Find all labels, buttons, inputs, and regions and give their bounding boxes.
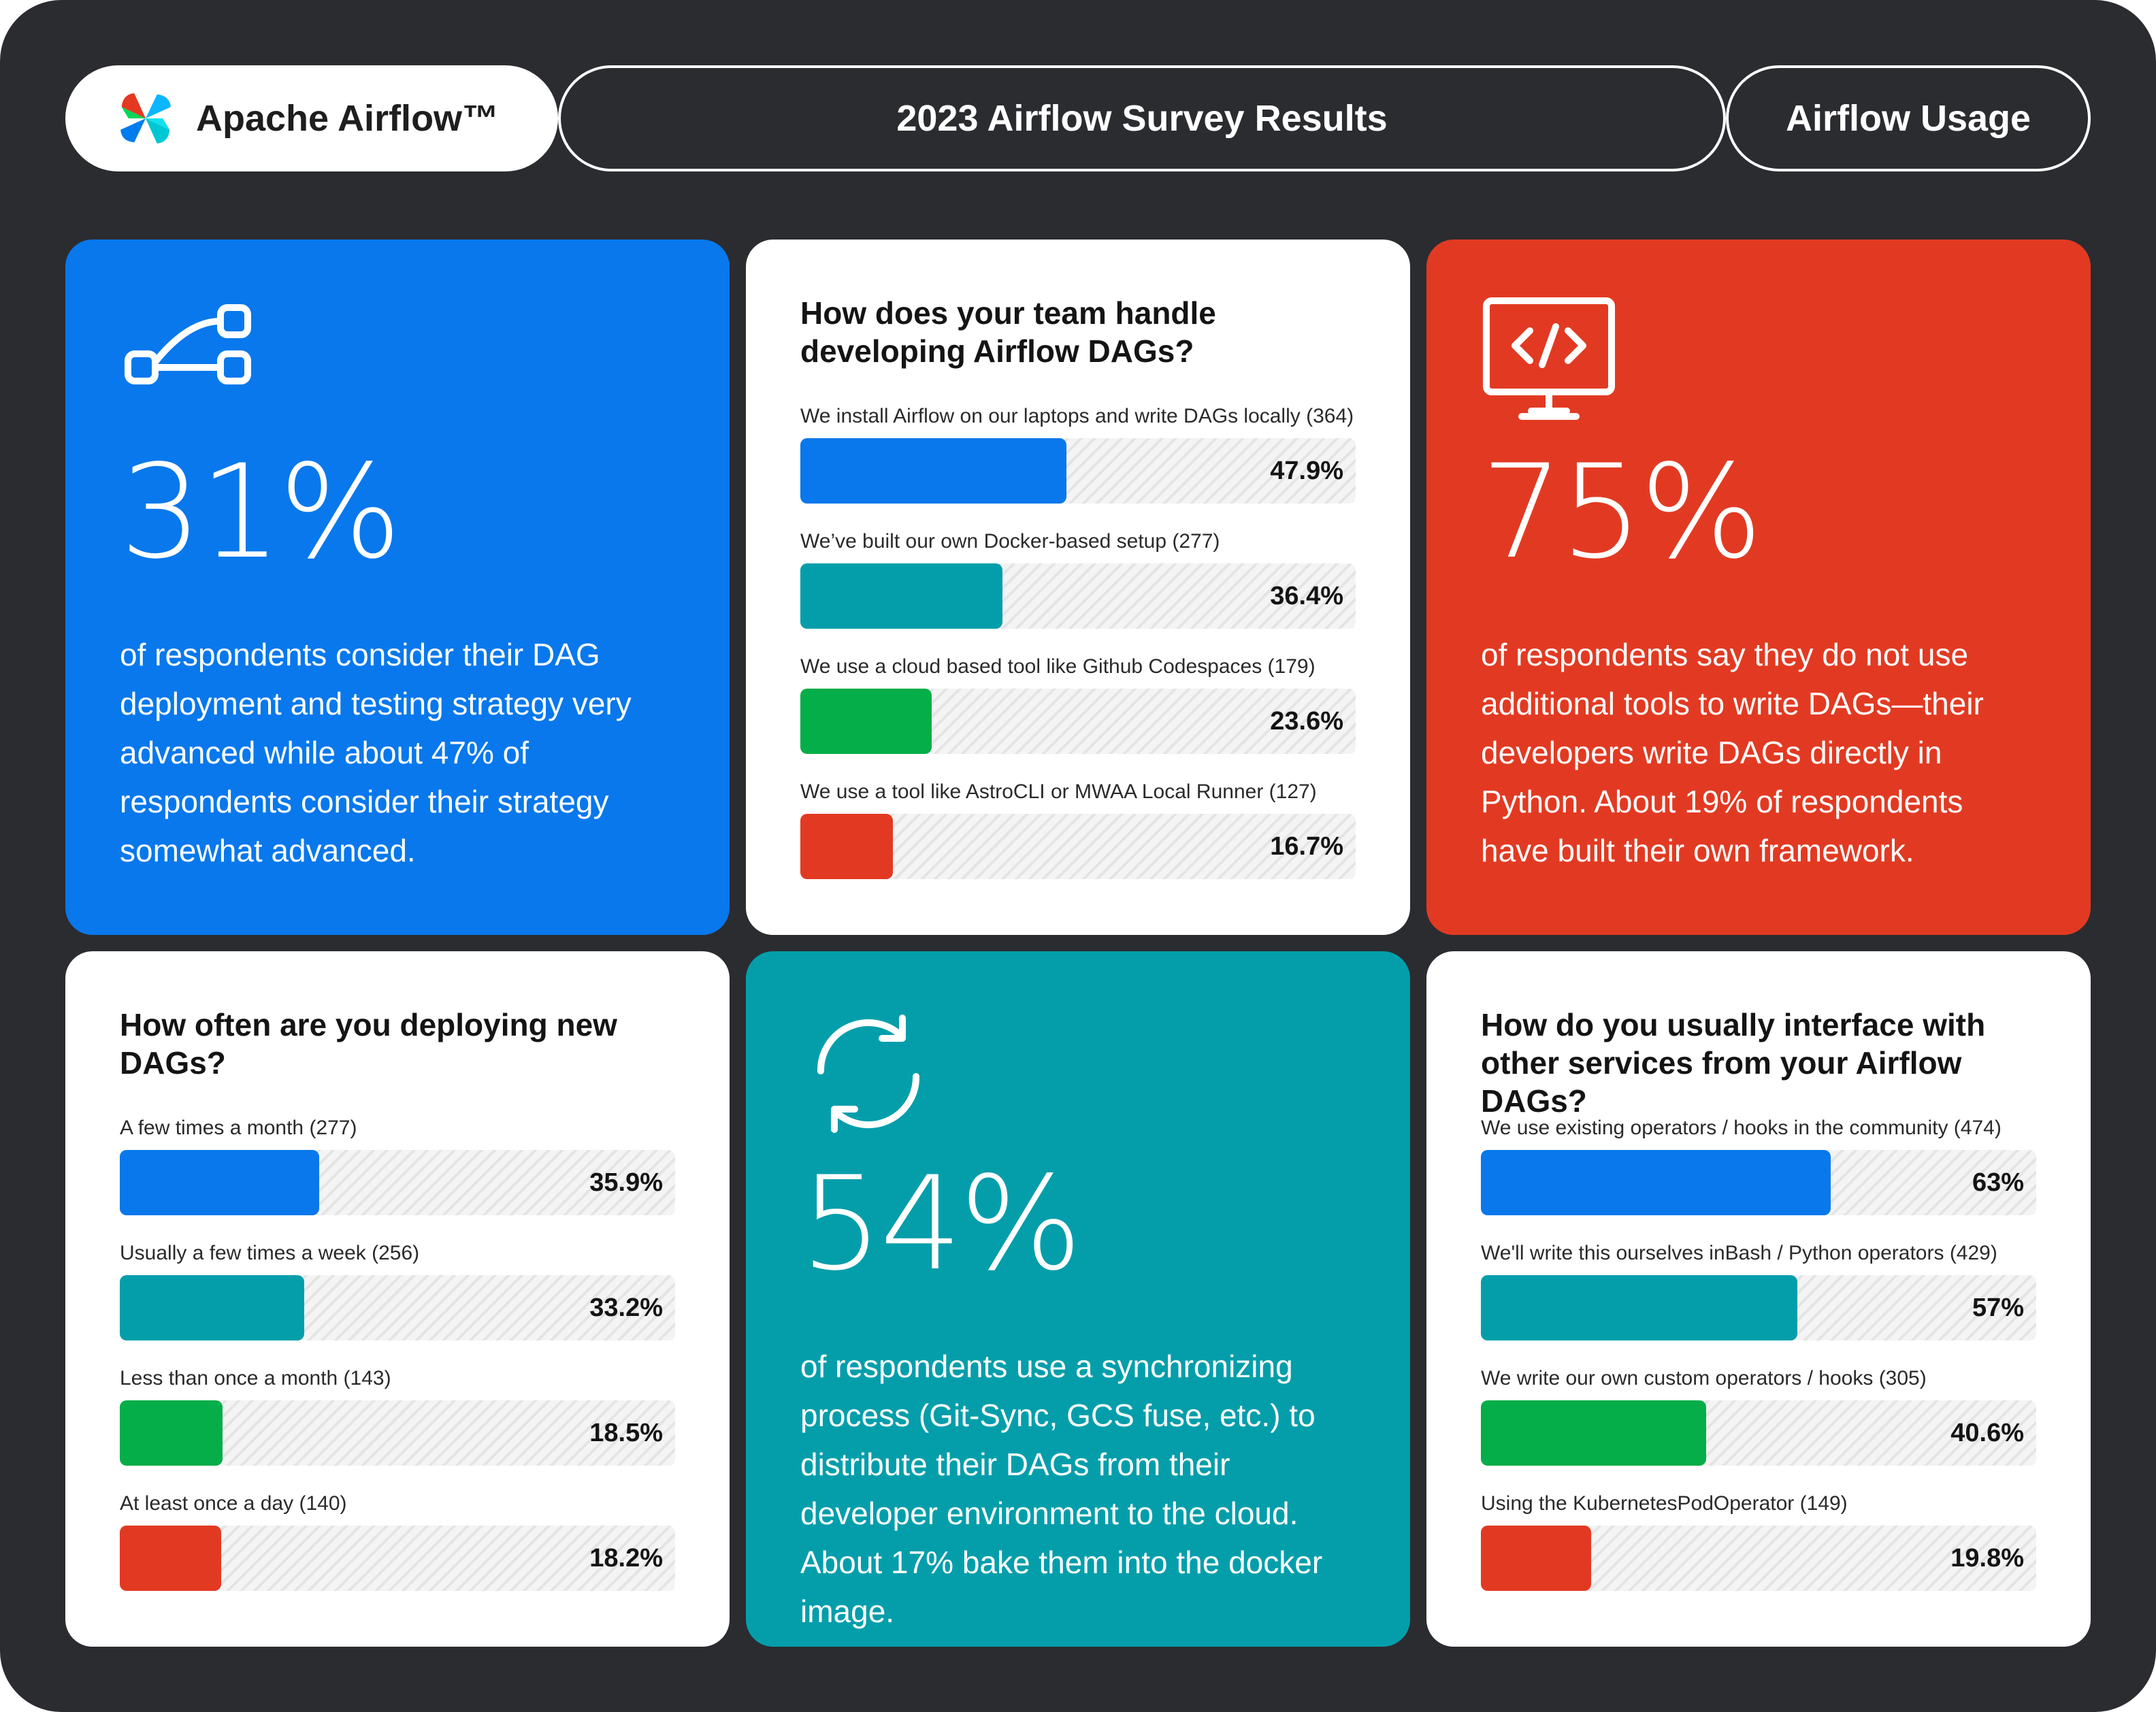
bar-category-label: At least once a day (140) xyxy=(120,1492,347,1515)
bar-value-label: 19.8% xyxy=(1950,1544,2024,1573)
chart-title: How often are you deploying new DAGs? xyxy=(120,1007,617,1081)
stat-value: 54% xyxy=(800,1149,1082,1299)
chart-card-deploy-frequency: How often are you deploying new DAGs? A … xyxy=(65,951,730,1647)
stat-description: of respondents use a synchronizing proce… xyxy=(800,1349,1323,1629)
sync-arrows-icon xyxy=(800,1006,936,1142)
bar-row: A few times a month (277) 35.9% xyxy=(120,1115,675,1229)
bar-fill xyxy=(1481,1275,1797,1340)
bar-category-label: We write our own custom operators / hook… xyxy=(1481,1367,1927,1389)
bar-track: 18.5% xyxy=(120,1400,675,1466)
bar-category-label: We use a cloud based tool like Github Co… xyxy=(800,655,1316,678)
bar-value-label: 40.6% xyxy=(1950,1419,2024,1447)
bar-category-label: We use existing operators / hooks in the… xyxy=(1481,1117,2002,1139)
section-title: Airflow Usage xyxy=(1785,98,2031,139)
bar-fill xyxy=(1481,1150,1831,1215)
bar-value-label: 23.6% xyxy=(1270,707,1343,736)
bar-fill xyxy=(120,1150,319,1215)
bar-track: 33.2% xyxy=(120,1275,675,1340)
bar-track: 35.9% xyxy=(120,1150,675,1215)
bar-fill xyxy=(800,438,1066,504)
stat-value: 75% xyxy=(1481,437,1763,587)
bar-fill xyxy=(1481,1400,1706,1466)
bar-fill xyxy=(800,563,1002,629)
bar-row: We use existing operators / hooks in the… xyxy=(1481,1115,2036,1229)
bar-value-label: 18.5% xyxy=(589,1419,663,1447)
chart-title: How do you usually interface with other … xyxy=(1481,1007,1986,1119)
bar-row: We'll write this ourselves inBash / Pyth… xyxy=(1481,1240,2036,1354)
report-title-pill: 2023 Airflow Survey Results xyxy=(558,65,1726,171)
bar-category-label: A few times a month (277) xyxy=(120,1117,357,1139)
bar-value-label: 47.9% xyxy=(1270,457,1343,485)
bar-fill xyxy=(800,689,932,754)
stat-description: of respondents say they do not use addit… xyxy=(1481,637,1984,868)
bar-value-label: 16.7% xyxy=(1270,832,1343,861)
bar-track: 19.8% xyxy=(1481,1526,2036,1591)
bar-row: Less than once a month (143) 18.5% xyxy=(120,1365,675,1479)
bar-value-label: 35.9% xyxy=(589,1168,663,1197)
bar-fill xyxy=(120,1400,223,1466)
bar-row: Using the KubernetesPodOperator (149) 19.… xyxy=(1481,1490,2036,1604)
bar-category-label: Less than once a month (143) xyxy=(120,1367,391,1389)
bar-category-label: Usually a few times a week (256) xyxy=(120,1242,420,1264)
stat-value: 31% xyxy=(120,437,402,587)
bar-track: 18.2% xyxy=(120,1526,675,1591)
bar-track: 57% xyxy=(1481,1275,2036,1340)
bar-fill xyxy=(120,1526,221,1591)
dag-graph-icon xyxy=(120,294,256,430)
bar-value-label: 63% xyxy=(1972,1168,2024,1197)
stat-card-teal: 54% of respondents use a synchronizing p… xyxy=(746,951,1410,1647)
report-title: 2023 Airflow Survey Results xyxy=(896,98,1388,139)
bar-row: We use a tool like AstroCLI or MWAA Loca… xyxy=(800,778,1356,893)
airflow-logo-icon xyxy=(120,93,171,144)
bar-fill xyxy=(120,1275,304,1340)
bar-track: 40.6% xyxy=(1481,1400,2036,1466)
bar-track: 36.4% xyxy=(800,563,1356,629)
bar-row: We write our own custom operators / hook… xyxy=(1481,1365,2036,1479)
chart-card-interface-services: How do you usually interface with other … xyxy=(1426,951,2091,1647)
bar-category-label: We'll write this ourselves inBash / Pyth… xyxy=(1481,1242,1997,1264)
bar-fill xyxy=(800,814,893,879)
bar-category-label: We install Airflow on our laptops and wr… xyxy=(800,405,1354,427)
bar-row: Usually a few times a week (256) 33.2% xyxy=(120,1240,675,1354)
code-monitor-icon xyxy=(1481,294,1617,430)
bar-value-label: 33.2% xyxy=(589,1294,663,1322)
chart-title: How does your team handle developing Air… xyxy=(800,295,1216,369)
stat-description: of respondents consider their DAG deploy… xyxy=(120,637,632,868)
survey-frame: Apache Airflow™ 2023 Airflow Survey Resu… xyxy=(0,0,2156,1712)
section-pill: Airflow Usage xyxy=(1726,65,2091,171)
bar-row: We’ve built our own Docker-based setup (… xyxy=(800,528,1356,642)
stat-card-blue: 31% of respondents consider their DAG de… xyxy=(65,240,730,935)
bar-track: 47.9% xyxy=(800,438,1356,504)
bar-category-label: We use a tool like AstroCLI or MWAA Loca… xyxy=(800,780,1317,803)
chart-card-developing-dags: How does your team handle developing Air… xyxy=(746,240,1410,935)
bar-value-label: 57% xyxy=(1972,1294,2024,1322)
brand-pill: Apache Airflow™ xyxy=(65,65,558,171)
bar-category-label: We’ve built our own Docker-based setup (… xyxy=(800,530,1220,553)
bar-row: We use a cloud based tool like Github Co… xyxy=(800,653,1356,768)
bar-category-label: Using the KubernetesPodOperator (149) xyxy=(1481,1492,1848,1515)
stat-card-red: 75% of respondents say they do not use a… xyxy=(1426,240,2091,935)
bar-value-label: 36.4% xyxy=(1270,582,1343,610)
bar-value-label: 18.2% xyxy=(589,1544,663,1573)
bar-row: We install Airflow on our laptops and wr… xyxy=(800,403,1356,517)
brand-name: Apache Airflow™ xyxy=(196,98,500,139)
bar-track: 16.7% xyxy=(800,814,1356,879)
bar-fill xyxy=(1481,1526,1591,1591)
bar-track: 63% xyxy=(1481,1150,2036,1215)
bar-track: 23.6% xyxy=(800,689,1356,754)
bar-row: At least once a day (140) 18.2% xyxy=(120,1490,675,1604)
